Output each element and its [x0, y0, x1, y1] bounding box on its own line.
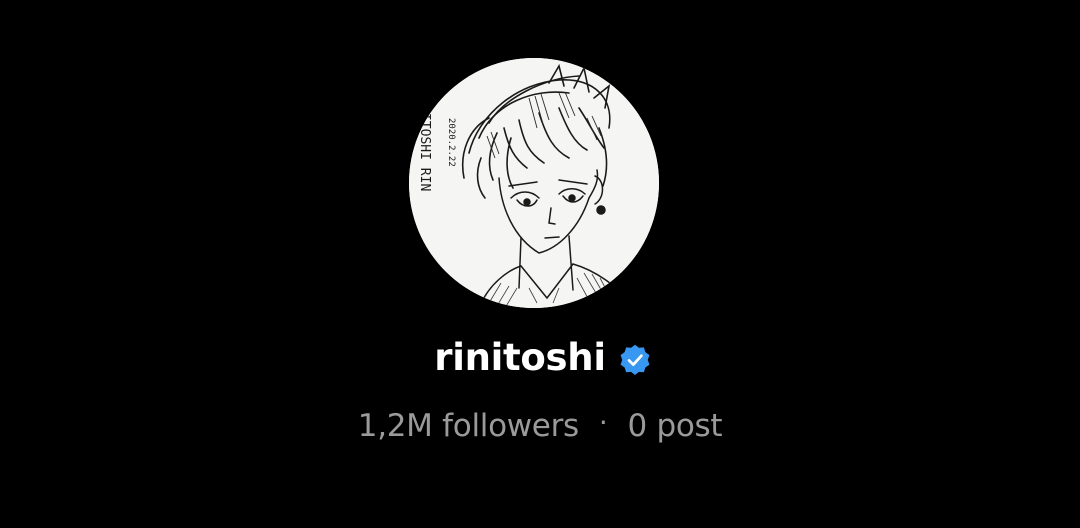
posts-count: 0 post: [627, 408, 723, 444]
username-row: rinitoshi: [0, 330, 1080, 386]
username: rinitoshi: [434, 336, 606, 379]
avatar-signature: ITOSHI RIN: [417, 113, 432, 191]
profile-stats: 1,2M followers · 0 post: [0, 404, 1080, 448]
stats-separator: ·: [598, 406, 608, 439]
profile-screen: ITOSHI RIN 2020.2.22 rinitoshi 1,2M foll…: [0, 0, 1080, 528]
avatar-date: 2020.2.22: [446, 118, 456, 167]
verified-badge-icon: [620, 344, 650, 375]
avatar-sketch-image: ITOSHI RIN 2020.2.22: [409, 58, 659, 308]
profile-avatar[interactable]: ITOSHI RIN 2020.2.22: [409, 58, 659, 308]
followers-count[interactable]: 1,2M followers: [358, 404, 579, 448]
